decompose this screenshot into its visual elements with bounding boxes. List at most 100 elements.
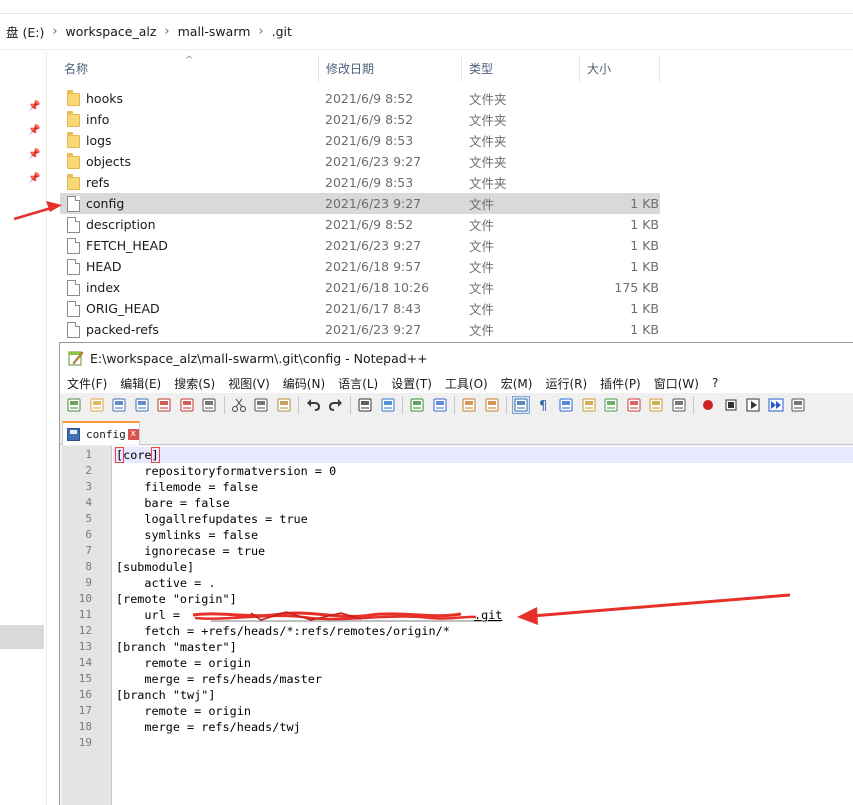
file-row-packed-refs[interactable]: packed-refs 2021/6/23 9:27 文件 1 KB xyxy=(60,319,660,340)
code-line[interactable]: repositoryformatversion = 0 xyxy=(113,463,853,479)
code-line[interactable]: merge = refs/heads/twj xyxy=(113,719,853,735)
column-header-type[interactable]: 类型 xyxy=(462,56,580,82)
code-line[interactable]: remote = origin xyxy=(113,703,853,719)
tab-config[interactable]: config x xyxy=(62,421,140,445)
print-icon[interactable] xyxy=(201,397,217,413)
doc-map-icon[interactable] xyxy=(603,397,619,413)
menu-item[interactable]: 文件(F) xyxy=(67,375,107,392)
code-line[interactable]: [branch "twj"] xyxy=(113,687,853,703)
folder-workspace-icon[interactable] xyxy=(648,397,664,413)
editor[interactable]: 1 2 3 4 5 6 7 8 9 10 11 12 13 14 15 16 17 18 19 [core] rep… xyxy=(62,446,853,805)
code-line[interactable]: active = . xyxy=(113,575,853,591)
code-line[interactable]: filemode = false xyxy=(113,479,853,495)
title-bar[interactable]: E:\workspace_alz\mall-swarm\.git\config … xyxy=(60,343,853,373)
code-line[interactable]: ignorecase = true xyxy=(113,543,853,559)
file-row-description[interactable]: description 2021/6/9 8:52 文件 1 KB xyxy=(60,214,660,235)
menu-item[interactable]: 插件(P) xyxy=(600,375,641,392)
menu-item[interactable]: 编码(N) xyxy=(283,375,325,392)
file-row-fetch-head[interactable]: FETCH_HEAD 2021/6/23 9:27 文件 1 KB xyxy=(60,235,660,256)
breadcrumb-item[interactable]: 盘 (E:) xyxy=(0,22,50,41)
code-line[interactable]: [submodule] xyxy=(113,559,853,575)
file-row-config[interactable]: config 2021/6/23 9:27 文件 1 KB xyxy=(60,193,660,214)
chevron-right-icon[interactable]: › xyxy=(50,24,59,39)
code-line[interactable]: [branch "master"] xyxy=(113,639,853,655)
redo-icon[interactable] xyxy=(328,397,344,413)
breadcrumb-item[interactable]: mall-swarm xyxy=(172,24,257,39)
close-all-icon[interactable] xyxy=(179,397,195,413)
chevron-right-icon[interactable]: › xyxy=(256,24,265,39)
menu-item[interactable]: 工具(O) xyxy=(445,375,488,392)
record-macro-icon[interactable] xyxy=(700,397,716,413)
nav-selected-item[interactable] xyxy=(0,625,44,649)
file-row-refs[interactable]: refs 2021/6/9 8:53 文件夹 xyxy=(60,172,660,193)
code-line[interactable]: logallrefupdates = true xyxy=(113,511,853,527)
save-macro-icon[interactable] xyxy=(790,397,806,413)
zoom-out-icon[interactable] xyxy=(432,397,448,413)
pin-icon[interactable]: 📌 xyxy=(28,101,40,113)
file-row-head[interactable]: HEAD 2021/6/18 9:57 文件 1 KB xyxy=(60,256,660,277)
run-macro-multiple-icon[interactable] xyxy=(768,397,784,413)
column-header-name[interactable]: 名称 ^ xyxy=(57,55,319,82)
menu-item[interactable]: 语言(L) xyxy=(338,375,378,392)
file-row-info[interactable]: info 2021/6/9 8:52 文件夹 xyxy=(60,109,660,130)
indent-guide-icon[interactable] xyxy=(558,397,574,413)
user-lang-icon[interactable] xyxy=(581,397,597,413)
file-row-objects[interactable]: objects 2021/6/23 9:27 文件夹 xyxy=(60,151,660,172)
save-icon[interactable] xyxy=(111,397,127,413)
menu-item[interactable]: 编辑(E) xyxy=(120,375,161,392)
line-number: 10 xyxy=(78,592,92,605)
file-row-orig-head[interactable]: ORIG_HEAD 2021/6/17 8:43 文件 1 KB xyxy=(60,298,660,319)
open-file-icon[interactable] xyxy=(89,397,105,413)
navigation-pane[interactable]: 📌 📌 📌 📌 xyxy=(0,51,47,805)
new-file-icon[interactable] xyxy=(66,397,82,413)
menu-item[interactable]: 设置(T) xyxy=(391,375,432,392)
menu-item[interactable]: 搜索(S) xyxy=(174,375,215,392)
line-number: 11 xyxy=(78,608,92,621)
column-header-date[interactable]: 修改日期 xyxy=(319,56,462,82)
word-wrap-icon[interactable] xyxy=(512,396,530,414)
sync-h-icon[interactable] xyxy=(484,397,500,413)
code-area[interactable]: [core] repositoryformatversion = 0 filem… xyxy=(113,446,853,805)
code-line[interactable]: [core] xyxy=(113,447,853,463)
zoom-in-icon[interactable] xyxy=(409,397,425,413)
file-row-index[interactable]: index 2021/6/18 10:26 文件 175 KB xyxy=(60,277,660,298)
close-icon[interactable] xyxy=(156,397,172,413)
replace-icon[interactable] xyxy=(380,397,396,413)
file-row-logs[interactable]: logs 2021/6/9 8:53 文件夹 xyxy=(60,130,660,151)
code-line[interactable] xyxy=(113,735,853,751)
code-line[interactable]: remote = origin xyxy=(113,655,853,671)
play-macro-icon[interactable] xyxy=(745,397,761,413)
pin-icon[interactable]: 📌 xyxy=(28,125,40,137)
code-line[interactable]: url = .git xyxy=(113,607,853,623)
code-line[interactable]: [remote "origin"] xyxy=(113,591,853,607)
menu-item[interactable]: 窗口(W) xyxy=(654,375,699,392)
code-line[interactable]: fetch = +refs/heads/*:refs/remotes/origi… xyxy=(113,623,853,639)
code-line[interactable]: merge = refs/heads/master xyxy=(113,671,853,687)
breadcrumb-item[interactable]: workspace_alz xyxy=(60,24,163,39)
file-row-hooks[interactable]: hooks 2021/6/9 8:52 文件夹 xyxy=(60,88,660,109)
column-header-size[interactable]: 大小 xyxy=(580,56,660,82)
code-line[interactable]: symlinks = false xyxy=(113,527,853,543)
code-line[interactable]: bare = false xyxy=(113,495,853,511)
breadcrumb-item[interactable]: .git xyxy=(266,24,298,39)
stop-macro-icon[interactable] xyxy=(723,397,739,413)
menu-item[interactable]: 运行(R) xyxy=(545,375,587,392)
show-all-chars-icon[interactable]: ¶ xyxy=(536,397,552,414)
chevron-right-icon[interactable]: › xyxy=(162,24,171,39)
monitoring-icon[interactable] xyxy=(671,397,687,413)
paste-icon[interactable] xyxy=(276,397,292,413)
copy-icon[interactable] xyxy=(253,397,269,413)
cut-icon[interactable] xyxy=(231,397,247,413)
save-all-icon[interactable] xyxy=(134,397,150,413)
pin-icon[interactable]: 📌 xyxy=(28,149,40,161)
close-tab-icon[interactable]: x xyxy=(127,428,139,440)
menu-item[interactable]: 视图(V) xyxy=(228,375,270,392)
redacted-url-scribble xyxy=(191,609,501,623)
pin-icon[interactable]: 📌 xyxy=(28,173,40,185)
find-icon[interactable] xyxy=(357,397,373,413)
function-list-icon[interactable] xyxy=(626,397,642,413)
menu-item[interactable]: ? xyxy=(712,376,718,390)
menu-item[interactable]: 宏(M) xyxy=(501,375,533,392)
undo-icon[interactable] xyxy=(305,397,321,413)
sync-v-icon[interactable] xyxy=(461,397,477,413)
